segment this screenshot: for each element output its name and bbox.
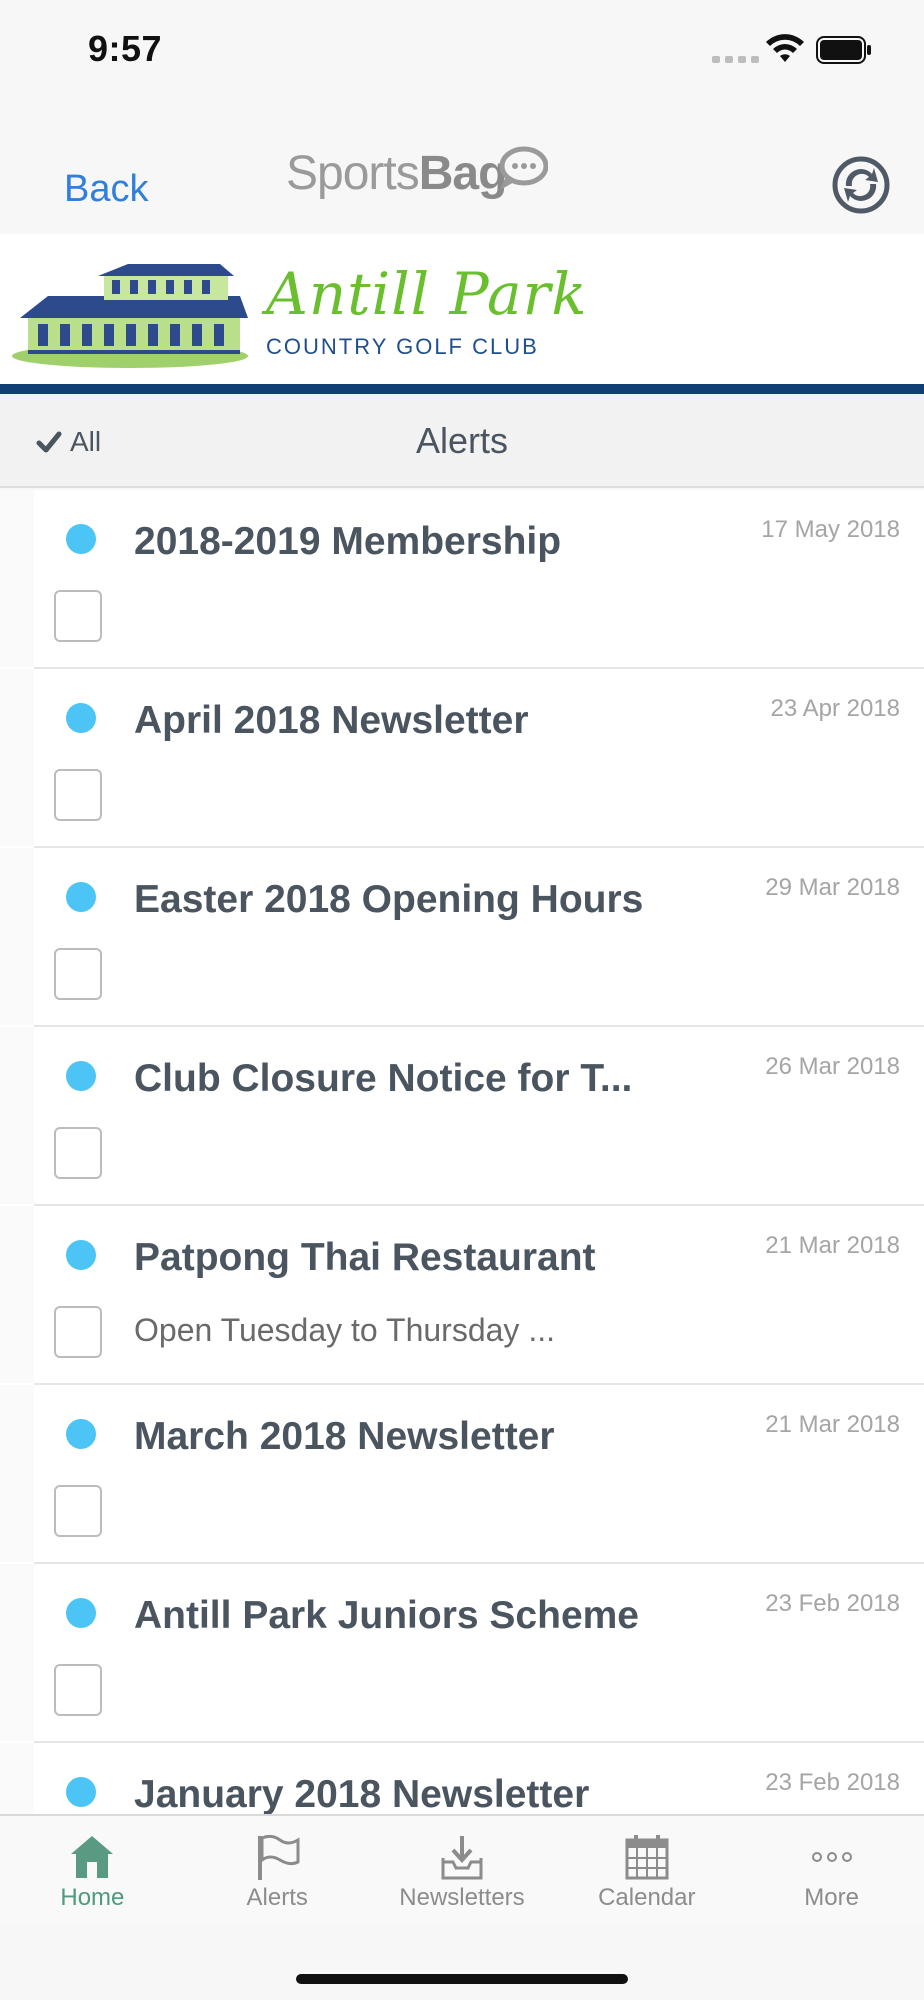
banner-divider <box>0 384 924 394</box>
alert-date: 23 Feb 2018 <box>765 1769 900 1796</box>
alert-date: 23 Feb 2018 <box>765 1590 900 1617</box>
alert-row[interactable]: Antill Park Juniors Scheme 23 Feb 2018 <box>0 1564 924 1743</box>
chat-bubble-icon <box>499 146 548 190</box>
unread-dot-icon <box>66 1240 96 1270</box>
inbox-icon <box>441 1836 483 1880</box>
refresh-icon[interactable] <box>832 156 890 214</box>
brand-bold-text: Bag <box>418 147 508 200</box>
alert-date: 21 Mar 2018 <box>765 1411 900 1438</box>
home-indicator[interactable] <box>296 1974 628 1984</box>
alerts-header: All Alerts <box>0 394 924 488</box>
alert-date: 23 Apr 2018 <box>770 695 900 722</box>
sportsbag-logo: SportsBag <box>286 146 508 201</box>
battery-icon <box>816 36 871 64</box>
calendar-icon <box>625 1835 669 1880</box>
alert-date: 17 May 2018 <box>761 516 900 543</box>
unread-dot-icon <box>66 1061 96 1091</box>
alert-preview: Open Tuesday to Thursday ... <box>134 1312 555 1348</box>
tab-calendar[interactable]: Calendar <box>554 1816 739 1924</box>
back-button[interactable]: Back <box>64 168 148 211</box>
tab-label: More <box>804 1884 859 1911</box>
club-subtitle: COUNTRY GOLF CLUB <box>266 334 539 359</box>
alert-checkbox[interactable] <box>54 590 102 642</box>
alert-title: Easter 2018 Opening Hours <box>134 878 644 921</box>
alert-date: 29 Mar 2018 <box>765 874 900 901</box>
unread-dot-icon <box>66 1777 96 1807</box>
more-icon <box>811 1852 852 1862</box>
alert-list[interactable]: 2018-2019 Membership 17 May 2018 April 2… <box>0 490 924 1814</box>
alert-title: Club Closure Notice for T... <box>134 1057 633 1100</box>
brand-light-text: Sports <box>286 147 420 200</box>
status-bar: 9:57 <box>0 0 924 96</box>
alert-checkbox[interactable] <box>54 948 102 1000</box>
alert-row[interactable]: March 2018 Newsletter 21 Mar 2018 <box>0 1385 924 1564</box>
alert-row[interactable]: April 2018 Newsletter 23 Apr 2018 <box>0 669 924 848</box>
alert-row[interactable]: January 2018 Newsletter 23 Feb 2018 <box>0 1743 924 1814</box>
alert-date: 26 Mar 2018 <box>765 1053 900 1080</box>
alert-checkbox[interactable] <box>54 1485 102 1537</box>
club-name: Antill Park <box>266 260 588 328</box>
status-time: 9:57 <box>88 28 163 69</box>
unread-dot-icon <box>66 882 96 912</box>
alert-date: 21 Mar 2018 <box>765 1232 900 1259</box>
club-banner: Antill Park COUNTRY GOLF CLUB <box>0 234 924 386</box>
home-icon <box>71 1836 114 1878</box>
alert-row[interactable]: Patpong Thai Restaurant 21 Mar 2018 Open… <box>0 1206 924 1385</box>
navigation-bar: Back SportsBag <box>0 96 924 234</box>
alert-row[interactable]: Easter 2018 Opening Hours 29 Mar 2018 <box>0 848 924 1027</box>
alert-row[interactable]: 2018-2019 Membership 17 May 2018 <box>0 490 924 669</box>
cellular-signal-icon <box>712 56 759 63</box>
home-indicator-area <box>0 1924 924 2000</box>
tab-newsletters[interactable]: Newsletters <box>370 1816 555 1924</box>
tab-label: Newsletters <box>399 1884 525 1911</box>
alert-title: April 2018 Newsletter <box>134 699 529 742</box>
alert-title: 2018-2019 Membership <box>134 520 562 563</box>
alert-title: Antill Park Juniors Scheme <box>134 1594 640 1637</box>
tab-label: Alerts <box>246 1884 308 1911</box>
alert-checkbox[interactable] <box>54 1127 102 1179</box>
alert-checkbox[interactable] <box>54 769 102 821</box>
tab-alerts[interactable]: Alerts <box>185 1816 370 1924</box>
unread-dot-icon <box>66 1419 96 1449</box>
flag-icon <box>258 1834 300 1880</box>
alert-title: Patpong Thai Restaurant <box>134 1236 596 1279</box>
unread-dot-icon <box>66 703 96 733</box>
alert-row[interactable]: Club Closure Notice for T... 26 Mar 2018 <box>0 1027 924 1206</box>
page-title: Alerts <box>415 420 509 461</box>
wifi-icon <box>766 34 804 62</box>
clubhouse-logo-image <box>12 264 248 368</box>
tab-bar: Home Alerts Newsletters Calendar More <box>0 1814 924 1924</box>
alert-title: March 2018 Newsletter <box>134 1415 555 1458</box>
tab-label: Calendar <box>598 1884 696 1911</box>
unread-dot-icon <box>66 1598 96 1628</box>
tab-home[interactable]: Home <box>0 1816 185 1924</box>
tab-label: Home <box>60 1884 125 1911</box>
alert-checkbox[interactable] <box>54 1664 102 1716</box>
unread-dot-icon <box>66 524 96 554</box>
tab-more[interactable]: More <box>739 1816 924 1924</box>
alert-checkbox[interactable] <box>54 1306 102 1358</box>
alert-title: January 2018 Newsletter <box>134 1773 590 1814</box>
